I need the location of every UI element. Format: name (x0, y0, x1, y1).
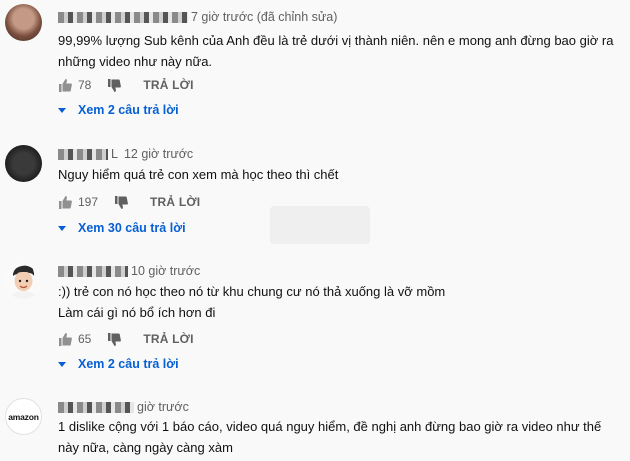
avatar[interactable]: amazon (5, 398, 42, 435)
avatar[interactable] (5, 262, 42, 299)
author-name-redacted[interactable] (58, 401, 134, 413)
watermark-logo (268, 200, 378, 259)
thumb-up-icon[interactable] (58, 78, 72, 92)
comment-text-line: :)) trẻ con nó học theo nó từ khu chung … (58, 284, 446, 299)
comment-header: 10 giờ trước (58, 264, 200, 278)
view-replies-label: Xem 30 câu trả lời (78, 221, 186, 235)
view-replies-button[interactable]: Xem 2 câu trả lời (58, 103, 179, 117)
comment-header: L 12 giờ trước (58, 147, 193, 161)
view-replies-label: Xem 2 câu trả lời (78, 357, 179, 371)
author-name-redacted[interactable] (58, 265, 128, 277)
avatar[interactable] (5, 4, 42, 41)
caret-down-icon (58, 361, 66, 367)
comment-text: 99,99% lượng Sub kênh của Anh đều là trẻ… (58, 33, 614, 69)
comment-header: giờ trước (58, 400, 189, 414)
comment-text: Nguy hiểm quá trẻ con xem mà học theo th… (58, 167, 339, 182)
view-replies-label: Xem 2 câu trả lời (78, 103, 179, 117)
thumb-down-icon[interactable] (114, 195, 128, 209)
comment-header: 7 giờ trước (đã chỉnh sửa) (58, 10, 337, 24)
thumb-up-icon[interactable] (58, 195, 72, 209)
caret-down-icon (58, 225, 66, 231)
avatar[interactable] (5, 145, 42, 182)
comment-timestamp[interactable]: 10 giờ trước (131, 264, 200, 278)
comment-actions: 78 TRẢ LỜI (58, 78, 194, 92)
comment-text: 1 dislike cộng với 1 báo cáo, video quá … (58, 419, 602, 455)
like-count: 78 (78, 78, 92, 92)
view-replies-button[interactable]: Xem 2 câu trả lời (58, 357, 179, 371)
author-name-redacted[interactable] (58, 11, 188, 23)
view-replies-button[interactable]: Xem 30 câu trả lời (58, 221, 186, 235)
thumb-up-icon[interactable] (58, 332, 72, 346)
comment-timestamp[interactable]: giờ trước (137, 400, 189, 414)
reply-button[interactable]: TRẢ LỜI (143, 332, 193, 346)
reply-button[interactable]: TRẢ LỜI (143, 78, 193, 92)
comment-timestamp[interactable]: 12 giờ trước (124, 147, 193, 161)
caret-down-icon (58, 107, 66, 113)
like-count: 65 (78, 332, 92, 346)
author-name-suffix[interactable]: L (111, 147, 118, 161)
thumb-down-icon[interactable] (107, 78, 122, 92)
author-name-redacted[interactable] (58, 148, 108, 160)
reply-button[interactable]: TRẢ LỜI (150, 195, 200, 209)
comment-timestamp[interactable]: 7 giờ trước (đã chỉnh sửa) (191, 10, 337, 24)
amazon-logo-text: amazon (8, 411, 39, 422)
comment-actions: 65 TRẢ LỜI (58, 332, 194, 346)
comment-text-line: Làm cái gì nó bổ ích hơn đi (58, 305, 216, 320)
comment-text: :)) trẻ con nó học theo nó từ khu chung … (58, 281, 623, 323)
like-count: 197 (78, 195, 99, 209)
thumb-down-icon[interactable] (107, 332, 122, 346)
comment-actions: 197 TRẢ LỜI (58, 195, 200, 209)
